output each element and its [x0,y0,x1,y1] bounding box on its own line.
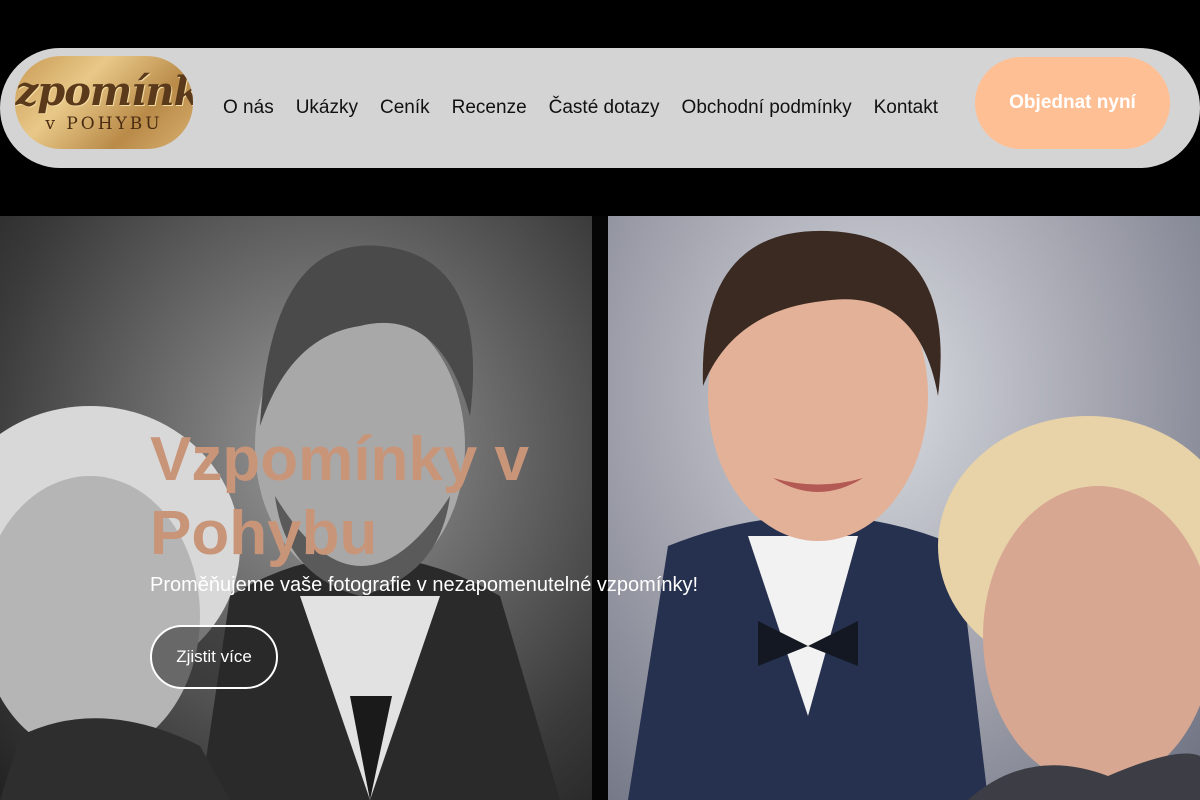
hero-subtitle: Proměňujeme vaše fotografie v nezapomenu… [150,574,699,596]
colorized-portrait-image [608,216,1200,800]
nav-link-o-nas[interactable]: O nás [223,97,274,119]
logo-line-2: v POHYBU [45,113,163,134]
nav-link-kontakt[interactable]: Kontakt [874,97,938,119]
hero-section: Vzpomínky v Pohybu Proměňujeme vaše foto… [0,216,1200,800]
color-portrait-illustration [628,230,1200,800]
nav-link-obchodni-podminky[interactable]: Obchodní podmínky [682,97,852,119]
site-logo[interactable]: Vzpomínky v POHYBU [15,56,193,149]
navbar: Vzpomínky v POHYBU O nás Ukázky Ceník Re… [0,48,1200,168]
order-now-button[interactable]: Objednat nyní [975,57,1170,149]
nav-link-recenze[interactable]: Recenze [452,97,527,119]
logo-line-1: Vzpomínky [15,67,193,115]
nav-link-cenik[interactable]: Ceník [380,97,430,119]
photo-divider [592,216,608,800]
learn-more-button[interactable]: Zjistit více [150,625,278,689]
hero-title: Vzpomínky v Pohybu [150,425,529,568]
nav-menu: O nás Ukázky Ceník Recenze Časté dotazy … [223,48,960,168]
nav-link-caste-dotazy[interactable]: Časté dotazy [549,97,660,119]
nav-link-ukazky[interactable]: Ukázky [296,97,358,119]
